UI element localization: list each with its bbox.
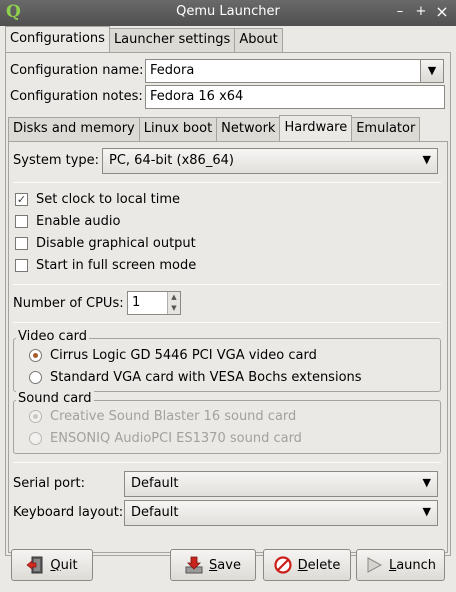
clock-local-checkbox[interactable]: ✓ Set clock to local time (15, 192, 180, 207)
quit-label: Quit (50, 557, 78, 573)
tab-hardware[interactable]: Hardware (279, 115, 353, 141)
save-label: Save (209, 557, 241, 573)
video-cirrus-radio[interactable]: Cirrus Logic GD 5446 PCI VGA video card (29, 348, 317, 363)
play-icon (365, 556, 383, 574)
chevron-down-icon: ▼ (422, 505, 431, 518)
keyboard-layout-value: Default (131, 505, 179, 520)
main-tab-bar: Configurations Launcher settings About (5, 26, 283, 52)
exit-door-icon (26, 556, 44, 574)
config-notes-input[interactable]: Fedora 16 x64 (145, 85, 445, 109)
divider (13, 322, 441, 323)
tab-network[interactable]: Network (216, 117, 281, 141)
save-download-icon (185, 556, 203, 574)
keyboard-layout-select[interactable]: Default ▼ (124, 500, 438, 526)
checkbox-icon (15, 237, 28, 250)
chevron-down-icon: ▼ (422, 476, 431, 489)
video-cirrus-label: Cirrus Logic GD 5446 PCI VGA video card (50, 348, 317, 363)
serial-port-value: Default (131, 476, 179, 491)
save-button[interactable]: Save (170, 549, 256, 581)
tab-emulator[interactable]: Emulator (351, 117, 421, 141)
sound-sb16-label: Creative Sound Blaster 16 sound card (50, 409, 297, 424)
delete-icon (274, 556, 292, 574)
cpus-spinbox[interactable]: 1 ▲ ▼ (127, 291, 181, 315)
cpus-value: 1 (132, 295, 141, 310)
checkbox-icon (15, 215, 28, 228)
divider (13, 284, 441, 285)
system-type-label: System type: (13, 153, 100, 168)
radio-selected-icon (29, 410, 42, 423)
configurations-panel: Configuration name: Fedora ▼ Configurati… (5, 52, 451, 556)
maximize-icon[interactable]: + (413, 4, 429, 20)
title-bar: Q Qemu Launcher – + × (0, 0, 456, 26)
quit-button[interactable]: Quit (11, 549, 93, 581)
launch-button[interactable]: Launch (356, 549, 445, 581)
config-name-label: Configuration name: (10, 63, 144, 78)
system-type-value: PC, 64-bit (x86_64) (109, 153, 234, 168)
disable-graphics-label: Disable graphical output (36, 236, 196, 251)
tab-configurations[interactable]: Configurations (5, 26, 110, 52)
sound-sb16-radio: Creative Sound Blaster 16 sound card (29, 409, 296, 424)
cpus-label: Number of CPUs: (13, 296, 124, 311)
serial-port-select[interactable]: Default ▼ (124, 471, 438, 497)
launch-label: Launch (388, 557, 437, 573)
disable-graphics-checkbox[interactable]: Disable graphical output (15, 236, 196, 251)
fullscreen-label: Start in full screen mode (36, 258, 197, 273)
sound-ensoniq-label: ENSONIQ AudioPCI ES1370 sound card (50, 431, 302, 446)
hardware-tab-bar: Disks and memory Linux boot Network Hard… (8, 115, 421, 141)
tab-launcher-settings[interactable]: Launcher settings (108, 28, 236, 52)
video-card-title: Video card (16, 329, 90, 344)
config-notes-label: Configuration notes: (10, 89, 143, 104)
radio-selected-icon (29, 349, 42, 362)
checkbox-icon (15, 259, 28, 272)
divider (13, 182, 441, 183)
tab-disks-and-memory[interactable]: Disks and memory (8, 117, 140, 141)
spin-arrows-icon[interactable]: ▲ ▼ (167, 292, 180, 314)
window-title: Qemu Launcher (176, 4, 280, 19)
delete-label: Delete (297, 557, 341, 573)
config-name-dropdown-button[interactable]: ▼ (420, 59, 444, 83)
config-name-input[interactable]: Fedora (145, 59, 421, 83)
radio-icon (29, 371, 42, 384)
minimize-icon[interactable]: – (392, 4, 408, 20)
divider (13, 462, 441, 463)
tab-about[interactable]: About (234, 28, 283, 52)
chevron-down-icon: ▼ (422, 153, 431, 166)
hardware-panel: System type: PC, 64-bit (x86_64) ▼ ✓ Set… (8, 141, 448, 553)
enable-audio-checkbox[interactable]: Enable audio (15, 214, 120, 229)
main-window: Configurations Launcher settings About C… (0, 26, 456, 592)
sound-card-title: Sound card (16, 391, 94, 406)
checkbox-checked-icon: ✓ (15, 193, 28, 206)
enable-audio-label: Enable audio (36, 214, 121, 229)
delete-button[interactable]: Delete (263, 549, 351, 581)
clock-local-label: Set clock to local time (36, 192, 180, 207)
radio-icon (29, 432, 42, 445)
video-vesa-radio[interactable]: Standard VGA card with VESA Bochs extens… (29, 370, 362, 385)
video-vesa-label: Standard VGA card with VESA Bochs extens… (50, 370, 362, 385)
tab-linux-boot[interactable]: Linux boot (138, 117, 218, 141)
sound-ensoniq-radio: ENSONIQ AudioPCI ES1370 sound card (29, 431, 302, 446)
close-icon[interactable]: × (434, 4, 450, 20)
fullscreen-checkbox[interactable]: Start in full screen mode (15, 258, 196, 273)
serial-port-label: Serial port: (13, 476, 85, 491)
keyboard-layout-label: Keyboard layout: (13, 505, 124, 520)
system-type-select[interactable]: PC, 64-bit (x86_64) ▼ (102, 148, 438, 174)
chevron-down-icon: ▼ (427, 64, 437, 77)
